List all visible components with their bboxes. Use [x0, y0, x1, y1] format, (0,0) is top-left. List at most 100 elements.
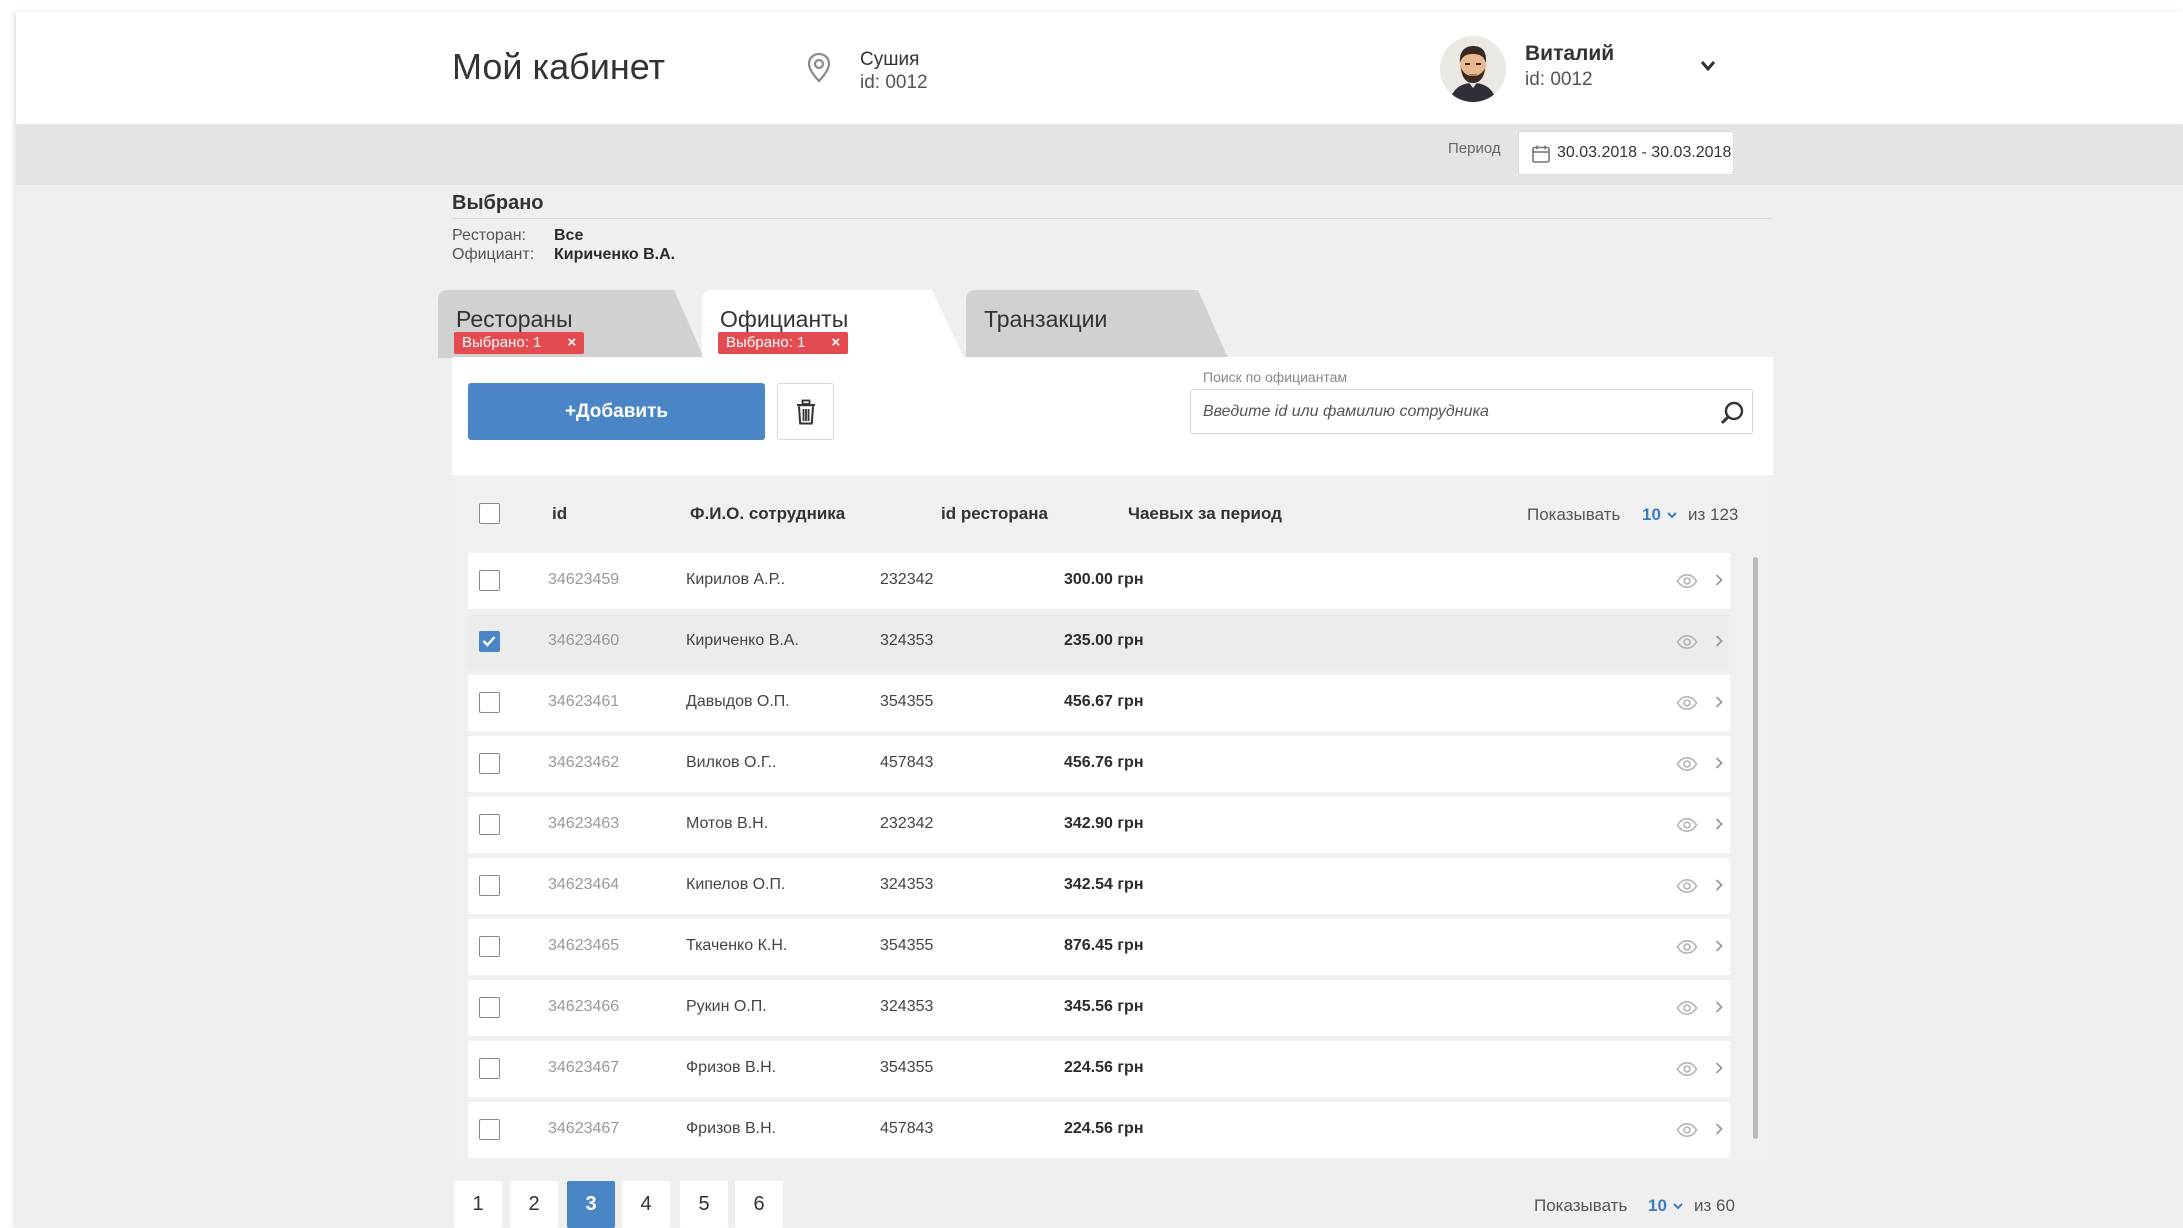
- footer-total-count: из 60: [1694, 1196, 1735, 1215]
- tab-transactions-label: Транзакции: [984, 306, 1108, 332]
- row-id: 34623460: [548, 632, 620, 649]
- selected-restaurant-label: Ресторан:: [452, 227, 526, 244]
- column-id: id: [552, 504, 568, 523]
- row-checkbox[interactable]: [479, 692, 500, 713]
- row-checkbox[interactable]: [479, 814, 500, 835]
- footer-rows-per-page-select[interactable]: 10: [1648, 1196, 1684, 1216]
- chevron-right-icon[interactable]: [1714, 1060, 1724, 1076]
- total-count: из 123: [1688, 505, 1739, 524]
- row-name: Кирилов А.Р..: [686, 571, 786, 588]
- eye-icon[interactable]: [1676, 1000, 1698, 1016]
- row-tips: 235.00 грн: [1064, 632, 1144, 649]
- footer-rows-per-page-label: Показывать: [1534, 1196, 1628, 1215]
- eye-icon[interactable]: [1676, 1122, 1698, 1138]
- row-restaurant-id: 324353: [880, 632, 934, 649]
- tab-transactions[interactable]: Транзакции: [966, 290, 1248, 358]
- table-row[interactable]: 34623461 Давыдов О.П. 354355 456.67 грн: [468, 675, 1730, 731]
- row-id: 34623466: [548, 998, 620, 1015]
- eye-icon[interactable]: [1676, 817, 1698, 833]
- search-icon[interactable]: [1719, 400, 1745, 426]
- chevron-down-icon[interactable]: [1698, 58, 1718, 74]
- row-id: 34623467: [548, 1059, 620, 1076]
- row-checkbox[interactable]: [479, 1058, 500, 1079]
- row-checkbox[interactable]: [479, 1119, 500, 1140]
- table-row[interactable]: 34623459 Кирилов А.Р.. 232342 300.00 грн: [468, 553, 1730, 609]
- eye-icon[interactable]: [1676, 939, 1698, 955]
- chevron-right-icon[interactable]: [1714, 877, 1724, 893]
- avatar[interactable]: [1440, 36, 1506, 102]
- table-row[interactable]: 34623466 Рукин О.П. 324353 345.56 грн: [468, 980, 1730, 1036]
- badge-close-icon[interactable]: ×: [567, 334, 576, 351]
- table-row[interactable]: 34623465 Ткаченко К.Н. 354355 876.45 грн: [468, 919, 1730, 975]
- eye-icon[interactable]: [1676, 878, 1698, 894]
- table-row[interactable]: 34623467 Фризов В.Н. 457843 224.56 грн: [468, 1102, 1730, 1158]
- row-restaurant-id: 232342: [880, 571, 934, 588]
- row-checkbox[interactable]: [479, 997, 500, 1018]
- chevron-right-icon[interactable]: [1714, 1121, 1724, 1137]
- page-button[interactable]: 6: [735, 1181, 783, 1228]
- row-id: 34623463: [548, 815, 620, 832]
- row-tips: 876.45 грн: [1064, 937, 1144, 954]
- chevron-right-icon[interactable]: [1714, 694, 1724, 710]
- chevron-down-icon: [1666, 512, 1677, 519]
- add-button[interactable]: +Добавить: [468, 383, 765, 440]
- tab-waiters[interactable]: Официанты Выбрано: 1 ×: [702, 290, 982, 358]
- chevron-right-icon[interactable]: [1714, 755, 1724, 771]
- scrollbar[interactable]: [1753, 557, 1758, 1139]
- row-name: Ткаченко К.Н.: [686, 937, 788, 954]
- tab-restaurants-label: Рестораны: [456, 306, 573, 332]
- table-row[interactable]: 34623462 Вилков О.Г.. 457843 456.76 грн: [468, 736, 1730, 792]
- search-input[interactable]: [1203, 390, 1703, 433]
- tab-restaurants-badge: Выбрано: 1 ×: [454, 332, 585, 354]
- row-id: 34623462: [548, 754, 620, 771]
- table-header: id Ф.И.О. сотрудника id ресторана Чаевых…: [452, 475, 1773, 555]
- column-restaurant-id: id ресторана: [941, 504, 1048, 523]
- period-bar: [16, 126, 2183, 185]
- top-header: Мой кабинет Сушия id: 0012 Виталий id: 0…: [16, 12, 2183, 125]
- chevron-right-icon[interactable]: [1714, 572, 1724, 588]
- selected-heading: Выбрано: [452, 192, 544, 214]
- table-row[interactable]: 34623464 Кипелов О.П. 324353 342.54 грн: [468, 858, 1730, 914]
- row-name: Кипелов О.П.: [686, 876, 786, 893]
- eye-icon[interactable]: [1676, 756, 1698, 772]
- row-tips: 456.76 грн: [1064, 754, 1144, 771]
- tab-restaurants[interactable]: Рестораны Выбрано: 1 ×: [438, 290, 724, 358]
- table-row[interactable]: 34623460 Кириченко В.А. 324353 235.00 грн: [468, 614, 1730, 670]
- page-button[interactable]: 4: [622, 1181, 670, 1228]
- badge-close-icon[interactable]: ×: [831, 334, 840, 351]
- chevron-right-icon[interactable]: [1714, 816, 1724, 832]
- page-button[interactable]: 2: [510, 1181, 558, 1228]
- column-name: Ф.И.О. сотрудника: [690, 504, 846, 523]
- page-button[interactable]: 1: [454, 1181, 502, 1228]
- row-id: 34623461: [548, 693, 620, 710]
- selected-restaurant: Ресторан: Все: [452, 227, 583, 245]
- location-id: id: 0012: [860, 72, 928, 93]
- chevron-right-icon[interactable]: [1714, 938, 1724, 954]
- eye-icon[interactable]: [1676, 634, 1698, 650]
- footer-rows-per-page-value: 10: [1648, 1196, 1667, 1215]
- row-checkbox[interactable]: [479, 936, 500, 957]
- eye-icon[interactable]: [1676, 1061, 1698, 1077]
- select-all-checkbox[interactable]: [479, 503, 500, 524]
- row-checkbox[interactable]: [479, 570, 500, 591]
- table-row[interactable]: 34623463 Мотов В.Н. 232342 342.90 грн: [468, 797, 1730, 853]
- eye-icon[interactable]: [1676, 573, 1698, 589]
- row-name: Вилков О.Г..: [686, 754, 777, 771]
- row-checkbox[interactable]: [479, 875, 500, 896]
- row-checkbox[interactable]: [479, 753, 500, 774]
- period-picker[interactable]: 30.03.2018 - 30.03.2018: [1518, 131, 1734, 175]
- chevron-right-icon[interactable]: [1714, 999, 1724, 1015]
- table-row[interactable]: 34623467 Фризов В.Н. 354355 224.56 грн: [468, 1041, 1730, 1097]
- chevron-right-icon[interactable]: [1714, 633, 1724, 649]
- page-button[interactable]: 3: [567, 1181, 615, 1228]
- trash-icon: [796, 399, 815, 424]
- row-checkbox[interactable]: [479, 631, 500, 652]
- eye-icon[interactable]: [1676, 695, 1698, 711]
- row-restaurant-id: 324353: [880, 998, 934, 1015]
- row-name: Кириченко В.А.: [686, 632, 799, 649]
- row-restaurant-id: 354355: [880, 1059, 934, 1076]
- rows-per-page-select[interactable]: 10: [1642, 505, 1678, 525]
- page-button[interactable]: 5: [680, 1181, 728, 1228]
- delete-button[interactable]: [777, 383, 834, 440]
- period-label: Период: [1448, 140, 1501, 157]
